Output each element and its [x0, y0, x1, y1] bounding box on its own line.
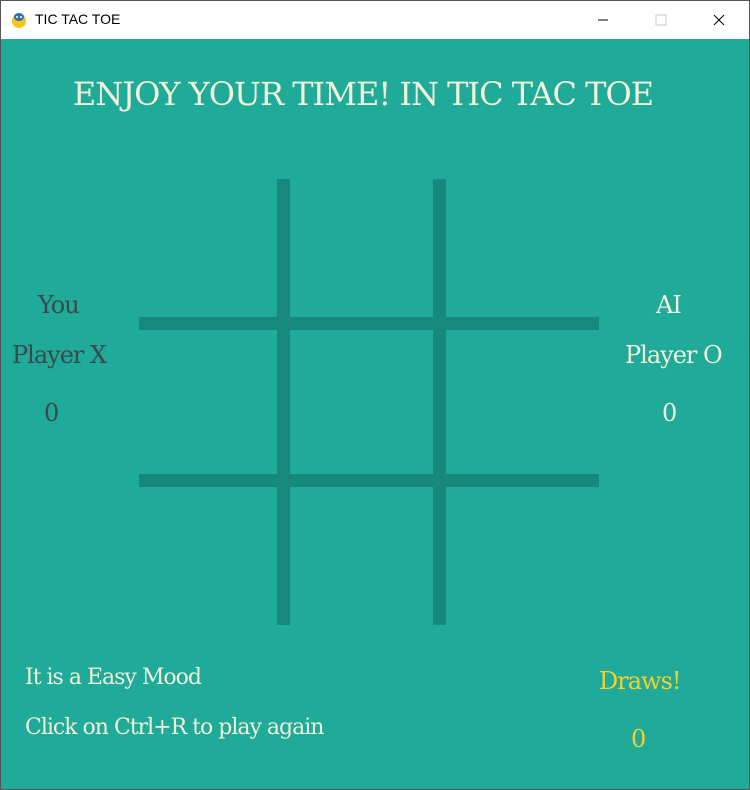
minimize-icon — [598, 19, 608, 21]
python-snake-icon — [12, 13, 26, 28]
player-x-label: Player X — [12, 341, 107, 369]
difficulty-mode-text: It is a Easy Mood — [25, 665, 202, 690]
app-window: TIC TAC TOE ENJOY YOUR TIME! IN TIC TAC … — [0, 0, 750, 790]
title-bar[interactable]: TIC TAC TOE — [1, 1, 749, 39]
maximize-button[interactable] — [632, 1, 690, 39]
player-x-name: You — [38, 291, 80, 319]
draws-label: Draws! — [599, 667, 682, 695]
grid-line-horizontal-bottom — [139, 474, 599, 487]
board-cell-3[interactable] — [446, 179, 599, 317]
board-cell-4[interactable] — [139, 330, 277, 474]
minimize-button[interactable] — [574, 1, 632, 39]
game-area: ENJOY YOUR TIME! IN TIC TAC TOE You Play… — [1, 39, 749, 789]
player-o-label: Player O — [625, 341, 723, 369]
restart-hint-text: Click on Ctrl+R to play again — [25, 715, 324, 740]
board-cell-5[interactable] — [290, 330, 433, 474]
close-icon — [713, 14, 725, 26]
player-o-name: AI — [656, 291, 682, 319]
board-cell-1[interactable] — [139, 179, 277, 317]
player-o-score: 0 — [662, 399, 677, 427]
draws-score: 0 — [631, 725, 646, 753]
board-cell-8[interactable] — [290, 487, 433, 625]
maximize-icon — [655, 14, 667, 26]
grid-line-horizontal-top — [139, 317, 599, 330]
board-cell-7[interactable] — [139, 487, 277, 625]
board-cell-2[interactable] — [290, 179, 433, 317]
close-button[interactable] — [690, 1, 748, 39]
grid-line-vertical-right — [433, 179, 446, 625]
player-x-score: 0 — [44, 399, 59, 427]
window-title: TIC TAC TOE — [35, 11, 121, 27]
board-cell-6[interactable] — [446, 330, 599, 474]
grid-line-vertical-left — [277, 179, 290, 625]
board-cell-9[interactable] — [446, 487, 599, 625]
